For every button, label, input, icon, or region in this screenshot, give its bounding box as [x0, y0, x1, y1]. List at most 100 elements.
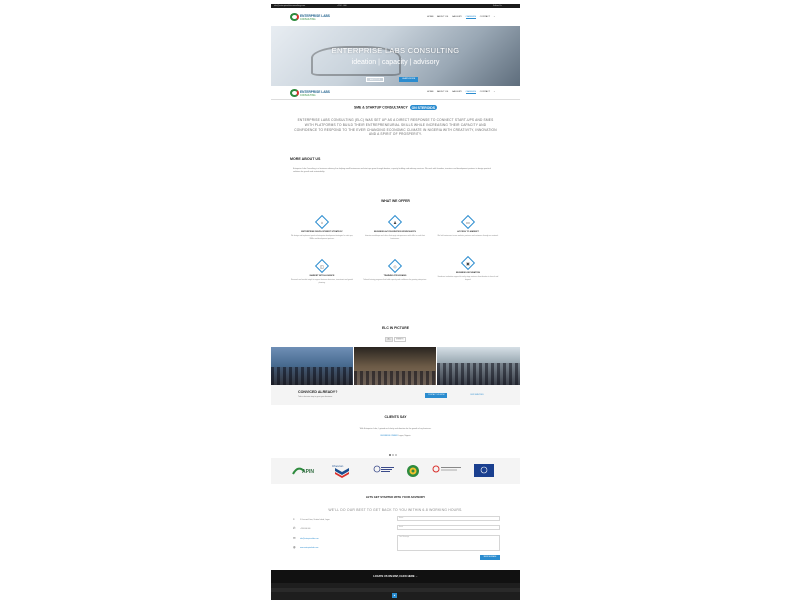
gallery-photo[interactable] [354, 347, 436, 385]
client-logo-crest [405, 463, 421, 478]
hero-title: ENTERPRISE LABS CONSULTING [331, 46, 460, 55]
search-icon[interactable]: ⌕ [494, 16, 495, 18]
more-about-title: MORE ABOUT US [290, 157, 321, 161]
service-card: ♟ BUSINESS ACCELERATION WORKSHOPS Intens… [363, 214, 427, 240]
photo-people [354, 371, 436, 385]
client-logos: APIN Chevron [271, 458, 520, 484]
service-title: ENTERPRISE DEVELOPMENT STRATEGY [301, 231, 343, 233]
contact-phone: ✆ +234 000 000 [293, 526, 310, 530]
photo-people [271, 367, 353, 385]
main-nav: ENTERPRISE LABS CONSULTING HOME ABOUT US… [271, 8, 520, 26]
gallery-photo[interactable] [271, 347, 353, 385]
slider-dot[interactable] [395, 454, 398, 456]
testimonial-author: BUSINESS OWNER [380, 435, 398, 437]
service-icon-frame: ◫ [314, 258, 330, 274]
briefcase-icon: ▣ [466, 260, 471, 266]
slider-dot[interactable] [392, 454, 395, 456]
service-icon-frame: ◇ [387, 258, 403, 274]
hero-learn-more-button[interactable]: LEARN MORE [399, 77, 419, 82]
service-title: TRAINING PROGRAMS [383, 275, 407, 277]
nav-about[interactable]: ABOUT US [437, 91, 448, 93]
sticky-logo[interactable]: ENTERPRISE LABS CONSULTING [290, 88, 334, 98]
nav-gallery[interactable]: GALLERY [452, 91, 462, 93]
name-field[interactable]: Name [397, 516, 500, 521]
phone-icon: ✆ [293, 526, 296, 530]
email-field[interactable]: Email [397, 525, 500, 530]
gallery-filters: ALL EVENTS [385, 336, 406, 342]
testimonial-meta: Lagos, Nigeria [398, 435, 411, 437]
globe-icon: ◍ [293, 545, 296, 549]
phone-text[interactable]: +234 000 000 [300, 528, 310, 530]
service-title: ACCESS TO MARKET [457, 231, 479, 233]
service-desc: Hands-on incubation support for early st… [437, 276, 499, 281]
testimonial-quote: With Enterprise Labs, I gained real clar… [359, 428, 432, 430]
service-title: MARKET INTELLIGENCE [309, 275, 335, 277]
email-icon: ✉ [293, 536, 296, 540]
service-desc: Intensive workshops and clinics that equ… [364, 235, 426, 240]
nav-home[interactable]: HOME [427, 91, 434, 93]
web-link[interactable]: www.enterpriselabs.com [300, 547, 318, 549]
intro-quote: ENTERPRISE LABS CONSULTING (ELC) WAS SET… [294, 118, 497, 137]
nav-careers[interactable]: CAREERS [465, 91, 477, 94]
filter-events[interactable]: EVENTS [393, 336, 406, 342]
gallery-title: ELC IN PICTURE [382, 326, 409, 330]
client-logo-chevron: Chevron [332, 463, 352, 478]
client-logo-apin: APIN [290, 463, 322, 478]
apin-text: APIN [302, 469, 314, 475]
address-text: 5 Crescent Drive, Victoria Island, Lagos [300, 519, 330, 521]
photo-people [437, 363, 520, 385]
service-desc: Tailored training programs that build ca… [363, 279, 427, 281]
nav-contact[interactable]: CONTACT [480, 16, 490, 18]
contact-address: ⌖ 5 Crescent Drive, Victoria Island, Lago… [293, 517, 330, 521]
hero-about-button[interactable]: ABOUT US [366, 77, 385, 82]
cta-contact-button[interactable]: CONTACT US NOW [425, 393, 448, 398]
service-icon-frame: ⌂ [314, 214, 330, 230]
message-field[interactable]: Your Message [397, 535, 500, 551]
service-icon-frame: ▭ [460, 214, 476, 230]
slider-dot[interactable] [389, 454, 391, 456]
gallery-grid [271, 347, 520, 385]
website-page: info@enterpriselabsconsulting.com +234 ·… [271, 4, 520, 600]
back-to-top-icon[interactable]: ▲ [392, 593, 397, 598]
nav-contact[interactable]: CONTACT [480, 91, 490, 93]
logo-line2: CONSULTING [300, 93, 316, 97]
chart-icon: ◫ [320, 263, 325, 269]
locate-map-link[interactable]: LOCATE US ON MAP, CLICK HERE → [271, 570, 520, 583]
nav-careers[interactable]: CAREERS [465, 16, 477, 19]
nav-about[interactable]: ABOUT US [437, 16, 448, 18]
cta-services-button[interactable]: OUR SERVICES [467, 393, 487, 398]
intro-title: SME & STARTUP CONSULTANCY [353, 105, 408, 110]
service-card: ⌂ ENTERPRISE DEVELOPMENT STRATEGY We des… [290, 214, 354, 240]
service-card: ▣ BUSINESS INCUBATION Hands-on incubatio… [436, 255, 500, 281]
search-icon[interactable]: ⌕ [494, 91, 495, 93]
nav-gallery[interactable]: GALLERY [452, 16, 462, 18]
filter-all[interactable]: ALL [385, 336, 394, 342]
client-logo-emblem [473, 463, 495, 478]
service-icon-frame: ▣ [460, 255, 476, 271]
chevron-text: Chevron [332, 464, 344, 468]
footer: ▲ [271, 583, 520, 600]
cta-band: CONVICED ALREADY? Take a decisive step t… [271, 385, 520, 405]
training-icon: ◇ [393, 263, 397, 269]
nav-menu: HOME ABOUT US GALLERY CAREERS CONTACT ⌕ [427, 16, 498, 19]
send-message-button[interactable]: SEND MESSAGE [480, 555, 500, 560]
topbar-email[interactable]: info@enterpriselabsconsulting.com [274, 5, 305, 7]
client-logo-bureau [373, 463, 395, 478]
cta-subtitle: Take a decisive step to grow your busine… [298, 396, 333, 398]
intro-heading: SME & STARTUP CONSULTANCY ON STEROIDS [271, 105, 520, 110]
nav-home[interactable]: HOME [427, 16, 434, 18]
topbar-follow[interactable]: Follow Us [493, 5, 502, 7]
location-icon: ⌖ [293, 517, 295, 521]
service-title: BUSINESS ACCELERATION WORKSHOPS [374, 231, 416, 233]
intro-pill: ON STEROIDS [409, 105, 438, 110]
site-logo[interactable]: ENTERPRISE LABS CONSULTING [290, 12, 334, 22]
topbar-phone[interactable]: +234 · 000 [337, 5, 347, 7]
contact-title: LETS GET STARTED WITH YOUR ADVISORY [365, 495, 426, 499]
service-card: ▭ ACCESS TO MARKET We link businesses to… [436, 214, 500, 238]
gallery-photo[interactable] [437, 347, 520, 385]
client-logo-partner [431, 463, 465, 478]
people-icon: ♟ [393, 219, 398, 225]
hero-tagline: ideation | capacity | advisory [351, 59, 440, 66]
logo-line2: CONSULTING [300, 17, 316, 21]
email-link[interactable]: info@enterpriselabs.com [300, 538, 319, 540]
